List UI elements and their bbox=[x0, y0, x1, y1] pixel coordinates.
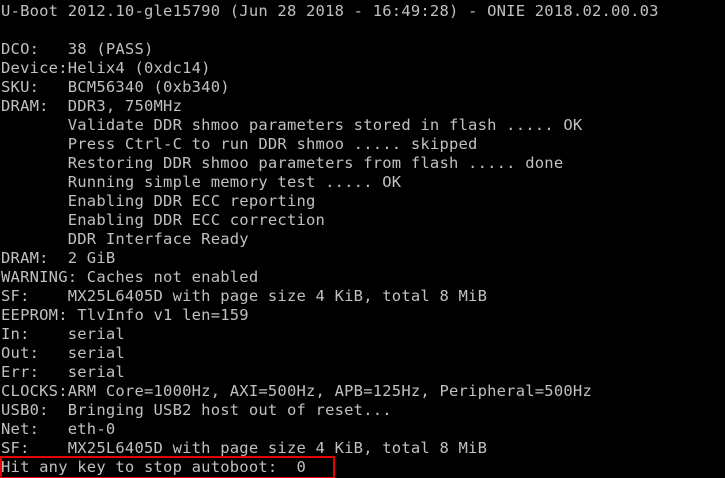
terminal-line-sf-flash: SF: MX25L6405D with page size 4 KiB, tot… bbox=[1, 287, 488, 305]
terminal-line-ecc-reporting: Enabling DDR ECC reporting bbox=[1, 192, 316, 210]
terminal-line-dram-size: DRAM: 2 GiB bbox=[1, 249, 116, 267]
terminal-line-eeprom: EEPROM: TlvInfo v1 len=159 bbox=[1, 306, 249, 324]
terminal-line-net: Net: eth-0 bbox=[1, 420, 116, 438]
terminal-line-stdin: In: serial bbox=[1, 325, 125, 343]
terminal-line-stderr: Err: serial bbox=[1, 363, 125, 381]
terminal-line-sf-flash-2: SF: MX25L6405D with page size 4 KiB, tot… bbox=[1, 439, 488, 457]
terminal-line-ddr-ready: DDR Interface Ready bbox=[1, 230, 249, 248]
terminal-line-sku: SKU: BCM56340 (0xb340) bbox=[1, 78, 230, 96]
terminal-line-clocks: CLOCKS:ARM Core=1000Hz, AXI=500Hz, APB=1… bbox=[1, 382, 592, 400]
terminal-line-device: Device:Helix4 (0xdc14) bbox=[1, 59, 211, 77]
terminal-line-dco: DCO: 38 (PASS) bbox=[1, 40, 154, 58]
terminal-line-usb0: USB0: Bringing USB2 host out of reset... bbox=[1, 401, 392, 419]
terminal-line-warning-caches: WARNING: Caches not enabled bbox=[1, 268, 259, 286]
terminal-window[interactable]: U-Boot 2012.10-gle15790 (Jun 28 2018 - 1… bbox=[0, 0, 725, 478]
terminal-line-memory-test: Running simple memory test ..... OK bbox=[1, 173, 402, 191]
terminal-line-restore-shmoo: Restoring DDR shmoo parameters from flas… bbox=[1, 154, 564, 172]
terminal-line-autoboot-prompt: Hit any key to stop autoboot: 0 bbox=[1, 458, 307, 476]
terminal-line-stdout: Out: serial bbox=[1, 344, 125, 362]
terminal-line-validate-shmoo: Validate DDR shmoo parameters stored in … bbox=[1, 116, 583, 134]
terminal-line-ctrl-c: Press Ctrl-C to run DDR shmoo ..... skip… bbox=[1, 135, 478, 153]
terminal-line-dram-type: DRAM: DDR3, 750MHz bbox=[1, 97, 183, 115]
terminal-line-uboot-banner: U-Boot 2012.10-gle15790 (Jun 28 2018 - 1… bbox=[1, 2, 659, 20]
terminal-line-ecc-correction: Enabling DDR ECC correction bbox=[1, 211, 326, 229]
